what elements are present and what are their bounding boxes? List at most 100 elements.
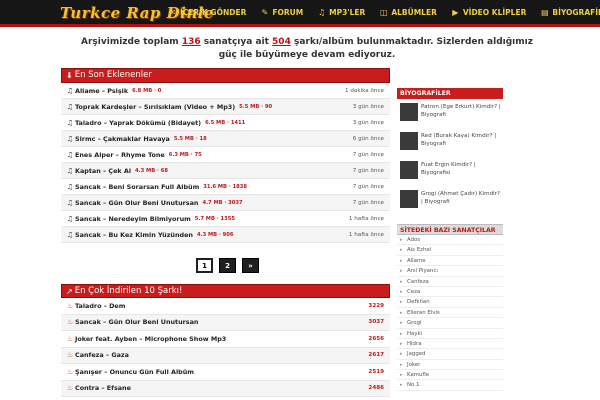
top-panel-header: ↗ En Çok İndirilen 10 Şarkı! <box>61 284 390 298</box>
nav-forum[interactable]: ✎ FORUM <box>260 8 303 17</box>
bio-item[interactable]: Fuat Ergin Kimdir? | Biyografisi <box>397 157 503 186</box>
latest-row[interactable]: ♫ Sancak – Neredeyim Bilmiyorum 5.7 MB · 1… <box>61 211 390 227</box>
latest-title: En Son Eklenenler <box>74 70 152 80</box>
song-title[interactable]: Taladro – Yaprak Dökümü (Bidayet) <box>75 119 201 127</box>
latest-row[interactable]: ♫ Sancak – Gün Olur Beni Unutursan 4.7 MB … <box>61 195 390 211</box>
latest-row[interactable]: ♫ Taladro – Yaprak Dökümü (Bidayet) 6.5 MB… <box>61 115 390 131</box>
song-title[interactable]: Sirmc – Çakmaklar Havaya <box>75 135 170 143</box>
added-time: 3 gün önce <box>352 119 384 126</box>
artist-thumbnail <box>400 132 418 150</box>
artist-link[interactable]: Joker <box>397 360 503 371</box>
artist-link[interactable]: Canfeza <box>397 277 503 287</box>
bio-link[interactable]: Grogi (Ahmet Çadır) Kimdir? | Biyografi <box>421 190 503 206</box>
latest-row[interactable]: ♫ Sirmc – Çakmaklar Havaya 5.5 MB · 18 6 gü… <box>61 131 390 147</box>
song-meta: 5.7 MB · 1355 <box>194 215 235 222</box>
song-title[interactable]: Enes Alper – Rhyme Tone <box>75 151 165 159</box>
latest-row[interactable]: ♫ Allame – Psişik 6.8 MB · 0 1 dakika önce <box>61 83 390 99</box>
bio-item[interactable]: Patron (Ege Erkurt) Kimdir? | Biyografi <box>397 99 503 128</box>
chart-icon: ↗ <box>66 286 73 296</box>
song-title[interactable]: Toprak Kardeşler – Sırılsıklam (Video + … <box>75 103 235 111</box>
artist-link[interactable]: Ados <box>397 235 503 246</box>
folder-icon: ◫ <box>380 7 388 17</box>
latest-row[interactable]: ♫ Enes Alper – Rhyme Tone 6.3 MB · 75 7 gün… <box>61 147 390 163</box>
site-header: Turkce Rap Dinle ✉ İÇERİK GÖNDER ✎ FORUM ♫… <box>0 0 600 27</box>
bio-item[interactable]: Red (Burak Kaya) Kimdir? | Biyografi <box>397 128 503 157</box>
fire-icon: ♨ <box>66 318 74 327</box>
latest-row[interactable]: ♫ Kaptan – Çek Al 4.3 MB · 68 7 gün önce <box>61 163 390 179</box>
top-row[interactable]: ♨ Sancak – Gün Olur Beni Unutursan 3037 <box>61 314 390 331</box>
artist-link[interactable]: Kamufle <box>397 370 503 381</box>
artist-link[interactable]: Hayki <box>397 329 503 339</box>
latest-row[interactable]: ♫ Sancak – Bu Kez Kimin Yüzünden 4.3 MB · … <box>61 227 390 243</box>
song-title[interactable]: Contra – Efsane <box>75 384 131 392</box>
nav-label: İÇERİK GÖNDER <box>180 7 247 17</box>
comment-icon: ✉ <box>169 7 176 17</box>
sidebar: BİYOGRAFİLER Patron (Ege Erkurt) Kimdir?… <box>397 88 503 391</box>
latest-row[interactable]: ♫ Sancak – Beni Sorarsan Full Albüm 31.6 M… <box>61 179 390 195</box>
artist-link[interactable]: Jagged <box>397 349 503 360</box>
page-2-button[interactable]: 2 <box>219 258 236 273</box>
top-row[interactable]: ♨ Şanışer – Onuncu Gün Full Albüm 2519 <box>61 364 390 381</box>
artist-link[interactable]: Anıl Piyancı <box>397 266 503 277</box>
bio-item[interactable]: Grogi (Ahmet Çadır) Kimdir? | Biyografi <box>397 186 503 215</box>
song-meta: 4.3 MB · 906 <box>196 231 234 238</box>
artist-link[interactable]: Defkhan <box>397 297 503 308</box>
song-title[interactable]: Şanışer – Onuncu Gün Full Albüm <box>75 368 194 376</box>
top-row[interactable]: ♨ Taladro – Dem 3229 <box>61 298 390 315</box>
artist-link[interactable]: Grogi <box>397 318 503 329</box>
artist-count-link[interactable]: 136 <box>182 37 201 47</box>
added-time: 7 gün önce <box>352 199 384 206</box>
added-time: 1 hafta önce <box>348 215 384 222</box>
song-meta: 6.5 MB · 1411 <box>205 119 246 126</box>
artist-link[interactable]: Ais Ezhel <box>397 245 503 256</box>
download-count: 2617 <box>368 352 384 359</box>
nav-label: BİYOGRAFİLER <box>552 7 600 17</box>
top-row[interactable]: ♨ Canfeza – Gaza 2617 <box>61 347 390 364</box>
pagination: 1 2 » <box>196 258 265 273</box>
song-meta: 5.5 MB · 90 <box>239 103 273 110</box>
artist-link[interactable]: Hidra <box>397 339 503 350</box>
intro-mid: sanatçıya ait <box>200 37 273 47</box>
nav-albumler[interactable]: ◫ ALBÜMLER <box>379 8 437 17</box>
song-title[interactable]: Canfeza – Gaza <box>75 351 129 359</box>
artist-thumbnail <box>400 161 418 179</box>
latest-row[interactable]: ♫ Toprak Kardeşler – Sırılsıklam (Video +… <box>61 99 390 115</box>
song-title[interactable]: Taladro – Dem <box>75 302 125 310</box>
book-icon: ▤ <box>541 7 549 17</box>
song-title[interactable]: Joker feat. Ayben – Microphone Show Mp3 <box>75 335 226 343</box>
song-title[interactable]: Allame – Psişik <box>75 87 128 95</box>
bio-link[interactable]: Fuat Ergin Kimdir? | Biyografisi <box>421 161 503 177</box>
download-count: 3037 <box>368 319 384 326</box>
latest-list: ♫ Allame – Psişik 6.8 MB · 01 dakika önce ♫… <box>61 83 390 243</box>
song-title[interactable]: Sancak – Bu Kez Kimin Yüzünden <box>75 231 193 239</box>
bio-link[interactable]: Patron (Ege Erkurt) Kimdir? | Biyografi <box>421 103 503 119</box>
song-title[interactable]: Sancak – Neredeyim Bilmiyorum <box>75 215 191 223</box>
bio-link[interactable]: Red (Burak Kaya) Kimdir? | Biyografi <box>421 132 503 148</box>
artist-link[interactable]: Ceza <box>397 287 503 298</box>
download-count: 2656 <box>368 335 384 342</box>
nav-biyografiler[interactable]: ▤BİYOGRAFİLER <box>540 8 600 17</box>
nav-icerik-gonder[interactable]: ✉ İÇERİK GÖNDER <box>168 8 246 17</box>
top-row[interactable]: ♨ Joker feat. Ayben – Microphone Show Mp3… <box>61 331 390 348</box>
song-title[interactable]: Sancak – Beni Sorarsan Full Albüm <box>75 183 199 191</box>
page-1-button[interactable]: 1 <box>196 258 213 273</box>
artist-link[interactable]: No.1 <box>397 380 503 391</box>
nav-mp3ler[interactable]: ♫ MP3'LER <box>317 8 365 17</box>
song-title[interactable]: Kaptan – Çek Al <box>75 167 131 175</box>
nav-label: VİDEO KLİPLER <box>462 7 527 17</box>
next-page-button[interactable]: » <box>242 258 259 273</box>
song-count-link[interactable]: 504 <box>272 37 291 47</box>
song-title[interactable]: Sancak – Gün Olur Beni Unutursan <box>75 199 198 207</box>
added-time: 3 gün önce <box>352 103 384 110</box>
top-title: En Çok İndirilen 10 Şarkı! <box>74 285 183 296</box>
song-title[interactable]: Sancak – Gün Olur Beni Unutursan <box>75 318 198 326</box>
song-meta: 4.3 MB · 68 <box>135 167 168 174</box>
latest-panel-header: ⬇ En Son Eklenenler <box>61 68 390 83</box>
song-meta: 31.6 MB · 1838 <box>203 183 248 190</box>
top-row[interactable]: ♨ Contra – Efsane 2486 <box>61 380 390 397</box>
song-meta: 6.8 MB · 0 <box>132 87 162 94</box>
nav-video-klipler[interactable]: ▶ VİDEO KLİPLER <box>451 7 527 17</box>
artist-link[interactable]: Allame <box>397 256 503 267</box>
artist-link[interactable]: Elleran Elvis <box>397 308 503 319</box>
artist-list: AdosAis EzhelAllameAnıl PiyancıCanfezaCe… <box>397 235 503 391</box>
